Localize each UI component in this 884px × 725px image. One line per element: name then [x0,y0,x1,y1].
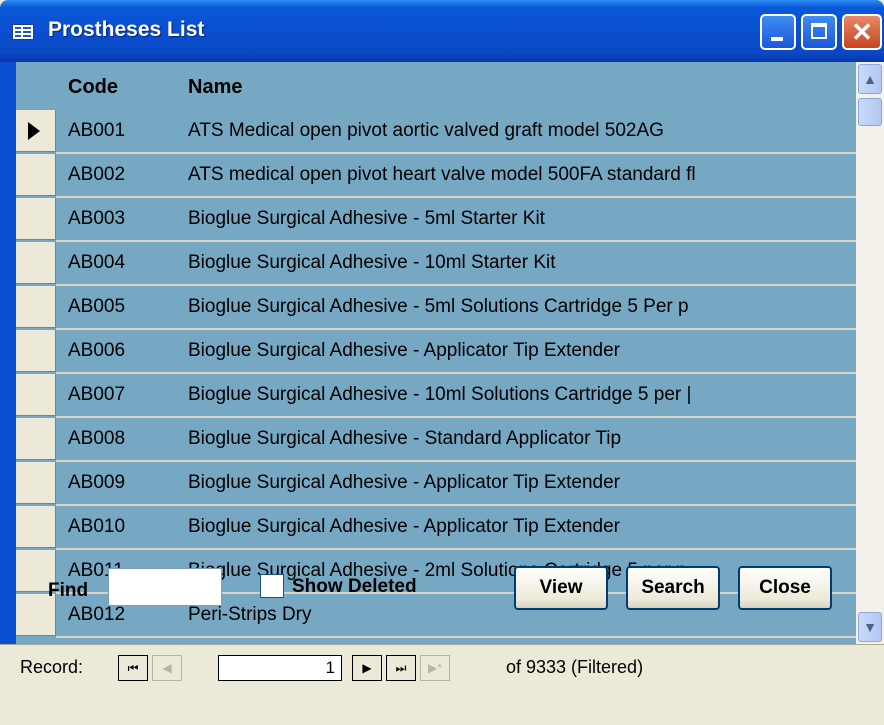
window-left-border [0,62,16,644]
scroll-thumb[interactable] [858,98,882,126]
maximize-icon [811,23,827,39]
cell-code[interactable]: AB001 [68,120,125,142]
cell-code[interactable]: AB005 [68,296,125,318]
close-icon: ✕ [851,17,873,47]
view-button[interactable]: View [514,566,608,610]
cell-name[interactable]: Bioglue Surgical Adhesive - Applicator T… [188,472,844,494]
cell-code[interactable]: AB002 [68,164,125,186]
cell-name[interactable]: Bioglue Surgical Adhesive - 5ml Solution… [188,296,844,318]
minimize-button[interactable] [760,14,796,50]
record-selector[interactable] [16,154,56,196]
last-record-icon: ⏭ [395,661,407,675]
record-selector[interactable] [16,110,56,152]
record-selector[interactable] [16,374,56,416]
new-record-button[interactable]: ▶* [420,655,450,681]
record-selector[interactable] [16,330,56,372]
cell-code[interactable]: AB007 [68,384,125,406]
first-record-button[interactable]: ⏮ [118,655,148,681]
record-selector[interactable] [16,286,56,328]
cell-name[interactable]: Bioglue Surgical Adhesive - Applicator T… [188,516,844,538]
prostheses-window: Prostheses List ✕ Code Name AB001 ATS Med… [0,0,884,725]
first-record-icon: ⏮ [127,661,139,675]
cell-code[interactable]: AB010 [68,516,125,538]
record-navigation-bar: Record: ⏮ ◀ 1 ▶ ⏭ ▶* of 9333 (Filtered) [0,644,884,725]
record-selector[interactable] [16,242,56,284]
current-record-arrow-icon [28,122,40,140]
datasheet-form-icon [12,24,34,40]
title-bar[interactable]: Prostheses List ✕ [0,0,884,62]
show-deleted-label: Show Deleted [292,576,417,597]
cell-code[interactable]: AB009 [68,472,125,494]
table-row[interactable]: AB001 ATS Medical open pivot aortic valve… [16,110,856,154]
previous-record-icon: ◀ [162,661,172,675]
scroll-down-button[interactable]: ▼ [858,612,882,642]
search-button[interactable]: Search [626,566,720,610]
cell-name[interactable]: Bioglue Surgical Adhesive - 10ml Starter… [188,252,844,274]
cell-code[interactable]: AB003 [68,208,125,230]
cell-code[interactable]: AB006 [68,340,125,362]
next-record-icon: ▶ [362,661,372,675]
window-title: Prostheses List [48,18,205,41]
cell-name[interactable]: Bioglue Surgical Adhesive - Standard App… [188,428,844,450]
scroll-up-button[interactable]: ▲ [858,64,882,94]
column-header-code: Code [68,76,118,98]
current-record-input[interactable]: 1 [218,655,342,681]
minimize-icon [771,37,783,41]
last-record-button[interactable]: ⏭ [386,655,416,681]
close-button[interactable]: Close [738,566,832,610]
table-row[interactable]: AB003 Bioglue Surgical Adhesive - 5ml Sta… [16,198,856,242]
find-input[interactable] [108,568,222,606]
table-row[interactable]: AB006 Bioglue Surgical Adhesive - Applica… [16,330,856,374]
row-divider [56,636,856,638]
table-row[interactable]: AB009 Bioglue Surgical Adhesive - Applica… [16,462,856,506]
cell-name[interactable]: Bioglue Surgical Adhesive - 10ml Solutio… [188,384,844,406]
cell-code[interactable]: AB004 [68,252,125,274]
table-row[interactable]: AB008 Bioglue Surgical Adhesive - Standar… [16,418,856,462]
table-row[interactable]: AB004 Bioglue Surgical Adhesive - 10ml St… [16,242,856,286]
chevron-down-icon: ▼ [863,619,877,635]
column-header-name: Name [188,76,243,98]
show-deleted-checkbox[interactable] [260,574,284,598]
table-row[interactable]: AB005 Bioglue Surgical Adhesive - 5ml Sol… [16,286,856,330]
chevron-up-icon: ▲ [863,71,877,87]
form-body: Code Name AB001 ATS Medical open pivot ao… [16,62,856,644]
vertical-scrollbar[interactable]: ▲ ▼ [856,62,884,644]
table-row[interactable]: AB007 Bioglue Surgical Adhesive - 10ml So… [16,374,856,418]
record-selector[interactable] [16,506,56,548]
cell-name[interactable]: ATS medical open pivot heart valve model… [188,164,844,186]
record-count: of 9333 (Filtered) [506,657,644,677]
grid-header: Code Name [16,62,856,110]
find-label: Find [48,580,89,601]
record-selector[interactable] [16,418,56,460]
cell-name[interactable]: Bioglue Surgical Adhesive - 5ml Starter … [188,208,844,230]
table-row[interactable]: AB002 ATS medical open pivot heart valve … [16,154,856,198]
maximize-button[interactable] [801,14,837,50]
next-record-button[interactable]: ▶ [352,655,382,681]
record-selector[interactable] [16,198,56,240]
record-label: Record: [20,657,84,677]
cell-code[interactable]: AB008 [68,428,125,450]
table-row[interactable]: AB010 Bioglue Surgical Adhesive - Applica… [16,506,856,550]
new-record-icon: ▶* [428,661,442,675]
cell-code[interactable]: AB012 [68,604,125,626]
record-selector[interactable] [16,462,56,504]
close-window-button[interactable]: ✕ [842,14,882,50]
cell-name[interactable]: ATS Medical open pivot aortic valved gra… [188,120,844,142]
cell-name[interactable]: Bioglue Surgical Adhesive - Applicator T… [188,340,844,362]
previous-record-button[interactable]: ◀ [152,655,182,681]
